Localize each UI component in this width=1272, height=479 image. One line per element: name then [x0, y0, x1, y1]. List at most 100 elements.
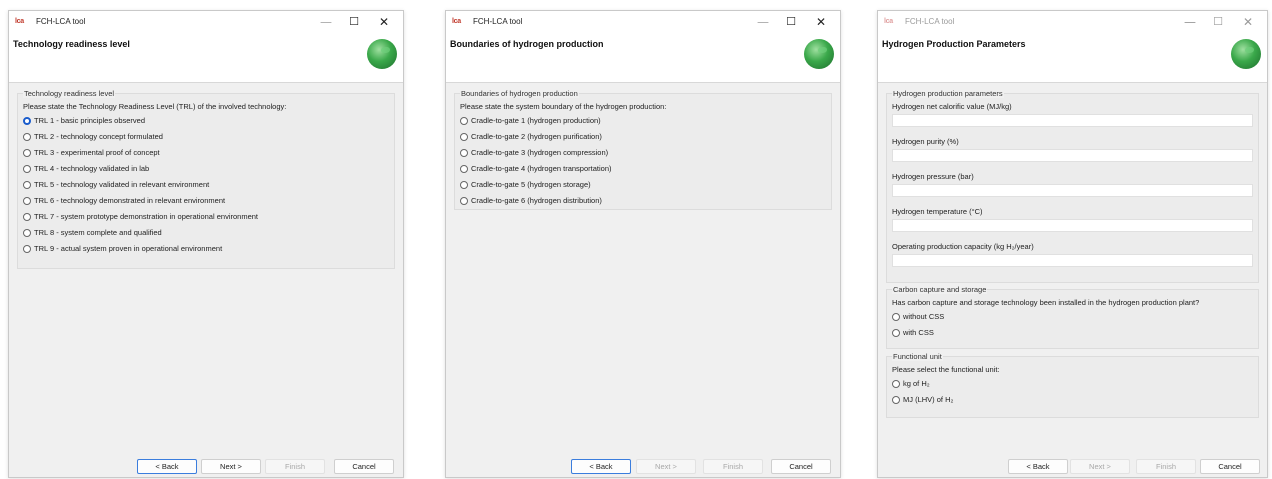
- functional-unit-prompt: Please select the functional unit:: [892, 365, 1000, 374]
- trl-prompt: Please state the Technology Readiness Le…: [23, 102, 287, 111]
- title-bar: lca FCH-LCA tool — ☐ ✕: [878, 11, 1267, 33]
- maximize-icon[interactable]: ☐: [780, 14, 802, 30]
- radio-icon: [23, 181, 31, 189]
- radio-label: TRL 8 - system complete and qualified: [34, 228, 162, 237]
- radio-icon: [892, 329, 900, 337]
- pressure-label: Hydrogen pressure (bar): [892, 172, 974, 181]
- title-bar: lca FCH-LCA tool — ☐ ✕: [9, 11, 403, 33]
- radio-icon: [460, 149, 468, 157]
- close-icon[interactable]: ✕: [1237, 14, 1259, 30]
- radio-label: TRL 2 - technology concept formulated: [34, 132, 163, 141]
- wizard-header: Boundaries of hydrogen production: [446, 33, 840, 83]
- trl-window: lca FCH-LCA tool — ☐ ✕ Technology readin…: [8, 10, 404, 478]
- radio-label: kg of H₂: [903, 379, 930, 388]
- radio-icon: [23, 149, 31, 157]
- app-logo-icon: lca: [452, 18, 461, 25]
- radio-label: Cradle-to-gate 2 (hydrogen purification): [471, 132, 602, 141]
- page-title: Technology readiness level: [13, 39, 130, 49]
- radio-label: Cradle-to-gate 5 (hydrogen storage): [471, 180, 591, 189]
- maximize-icon[interactable]: ☐: [343, 14, 365, 30]
- back-button[interactable]: < Back: [571, 459, 631, 474]
- radio-icon: [460, 165, 468, 173]
- group-title: Boundaries of hydrogen production: [460, 89, 579, 98]
- ccs-prompt: Has carbon capture and storage technolog…: [892, 298, 1200, 307]
- finish-button: Finish: [703, 459, 763, 474]
- capacity-input[interactable]: [892, 254, 1253, 267]
- window-title: FCH-LCA tool: [473, 17, 523, 26]
- group-title: Functional unit: [892, 352, 943, 361]
- finish-button: Finish: [1136, 459, 1196, 474]
- boundaries-window: lca FCH-LCA tool — ☐ ✕ Boundaries of hyd…: [445, 10, 841, 478]
- radio-label: with CSS: [903, 328, 934, 337]
- minimize-icon[interactable]: —: [1179, 14, 1201, 30]
- next-button: Next >: [636, 459, 696, 474]
- temperature-input[interactable]: [892, 219, 1253, 232]
- window-title: FCH-LCA tool: [905, 17, 955, 26]
- radio-label: TRL 7 - system prototype demonstration i…: [34, 212, 259, 221]
- finish-button: Finish: [265, 459, 325, 474]
- wizard-footer: < Back Next > Finish Cancel: [446, 455, 840, 477]
- app-logo-icon: lca: [15, 18, 24, 25]
- cancel-button[interactable]: Cancel: [771, 459, 831, 474]
- purity-input[interactable]: [892, 149, 1253, 162]
- wizard-header: Technology readiness level: [9, 33, 403, 83]
- radio-label: Cradle-to-gate 6 (hydrogen distribution): [471, 196, 602, 205]
- parameters-window: lca FCH-LCA tool — ☐ ✕ Hydrogen Producti…: [877, 10, 1268, 478]
- radio-label: Cradle-to-gate 1 (hydrogen production): [471, 116, 601, 125]
- ccs-group: Carbon capture and storage Has carbon ca…: [886, 285, 1259, 349]
- radio-icon: [460, 133, 468, 141]
- wizard-footer: < Back Next > Finish Cancel: [9, 455, 403, 477]
- title-bar: lca FCH-LCA tool — ☐ ✕: [446, 11, 840, 33]
- radio-icon: [892, 380, 900, 388]
- close-icon[interactable]: ✕: [373, 14, 395, 30]
- globe-icon: [804, 39, 834, 69]
- boundary-prompt: Please state the system boundary of the …: [460, 102, 667, 111]
- page-title: Boundaries of hydrogen production: [450, 39, 604, 49]
- group-title: Carbon capture and storage: [892, 285, 988, 294]
- radio-icon: [23, 245, 31, 253]
- params-group: Hydrogen production parameters Hydrogen …: [886, 89, 1259, 283]
- minimize-icon[interactable]: —: [315, 14, 337, 30]
- back-button[interactable]: < Back: [137, 459, 197, 474]
- page-title: Hydrogen Production Parameters: [882, 39, 1026, 49]
- radio-icon: [23, 229, 31, 237]
- close-icon[interactable]: ✕: [810, 14, 832, 30]
- window-title: FCH-LCA tool: [36, 17, 86, 26]
- trl-group: Technology readiness level Please state …: [17, 89, 395, 269]
- wizard-header: Hydrogen Production Parameters: [878, 33, 1267, 83]
- cancel-button[interactable]: Cancel: [334, 459, 394, 474]
- radio-icon: [892, 313, 900, 321]
- radio-icon: [892, 396, 900, 404]
- minimize-icon[interactable]: —: [752, 14, 774, 30]
- radio-label: Cradle-to-gate 4 (hydrogen transportatio…: [471, 164, 612, 173]
- radio-icon: [23, 213, 31, 221]
- radio-label: TRL 1 - basic principles observed: [34, 116, 146, 125]
- back-button[interactable]: < Back: [1008, 459, 1068, 474]
- radio-label: TRL 4 - technology validated in lab: [34, 164, 150, 173]
- radio-icon: [23, 133, 31, 141]
- radio-icon: [460, 181, 468, 189]
- functional-unit-group: Functional unit Please select the functi…: [886, 352, 1259, 418]
- radio-label: Cradle-to-gate 3 (hydrogen compression): [471, 148, 609, 157]
- maximize-icon[interactable]: ☐: [1207, 14, 1229, 30]
- radio-label: TRL 3 - experimental proof of concept: [34, 148, 160, 157]
- capacity-label: Operating production capacity (kg H₂/yea…: [892, 242, 1034, 251]
- radio-icon: [460, 117, 468, 125]
- radio-label: TRL 6 - technology demonstrated in relev…: [34, 196, 226, 205]
- group-title: Technology readiness level: [23, 89, 116, 98]
- radio-label: MJ (LHV) of H₂: [903, 395, 954, 404]
- radio-icon: [460, 197, 468, 205]
- cancel-button[interactable]: Cancel: [1200, 459, 1260, 474]
- calorific-value-label: Hydrogen net calorific value (MJ/kg): [892, 102, 1012, 111]
- calorific-value-input[interactable]: [892, 114, 1253, 127]
- radio-icon: [23, 165, 31, 173]
- next-button[interactable]: Next >: [201, 459, 261, 474]
- radio-label: TRL 5 - technology validated in relevant…: [34, 180, 210, 189]
- group-title: Hydrogen production parameters: [892, 89, 1004, 98]
- boundary-group: Boundaries of hydrogen production Please…: [454, 89, 832, 210]
- pressure-input[interactable]: [892, 184, 1253, 197]
- purity-label: Hydrogen purity (%): [892, 137, 959, 146]
- radio-label: without CSS: [903, 312, 945, 321]
- radio-label: TRL 9 - actual system proven in operatio…: [34, 244, 223, 253]
- temperature-label: Hydrogen temperature (°C): [892, 207, 983, 216]
